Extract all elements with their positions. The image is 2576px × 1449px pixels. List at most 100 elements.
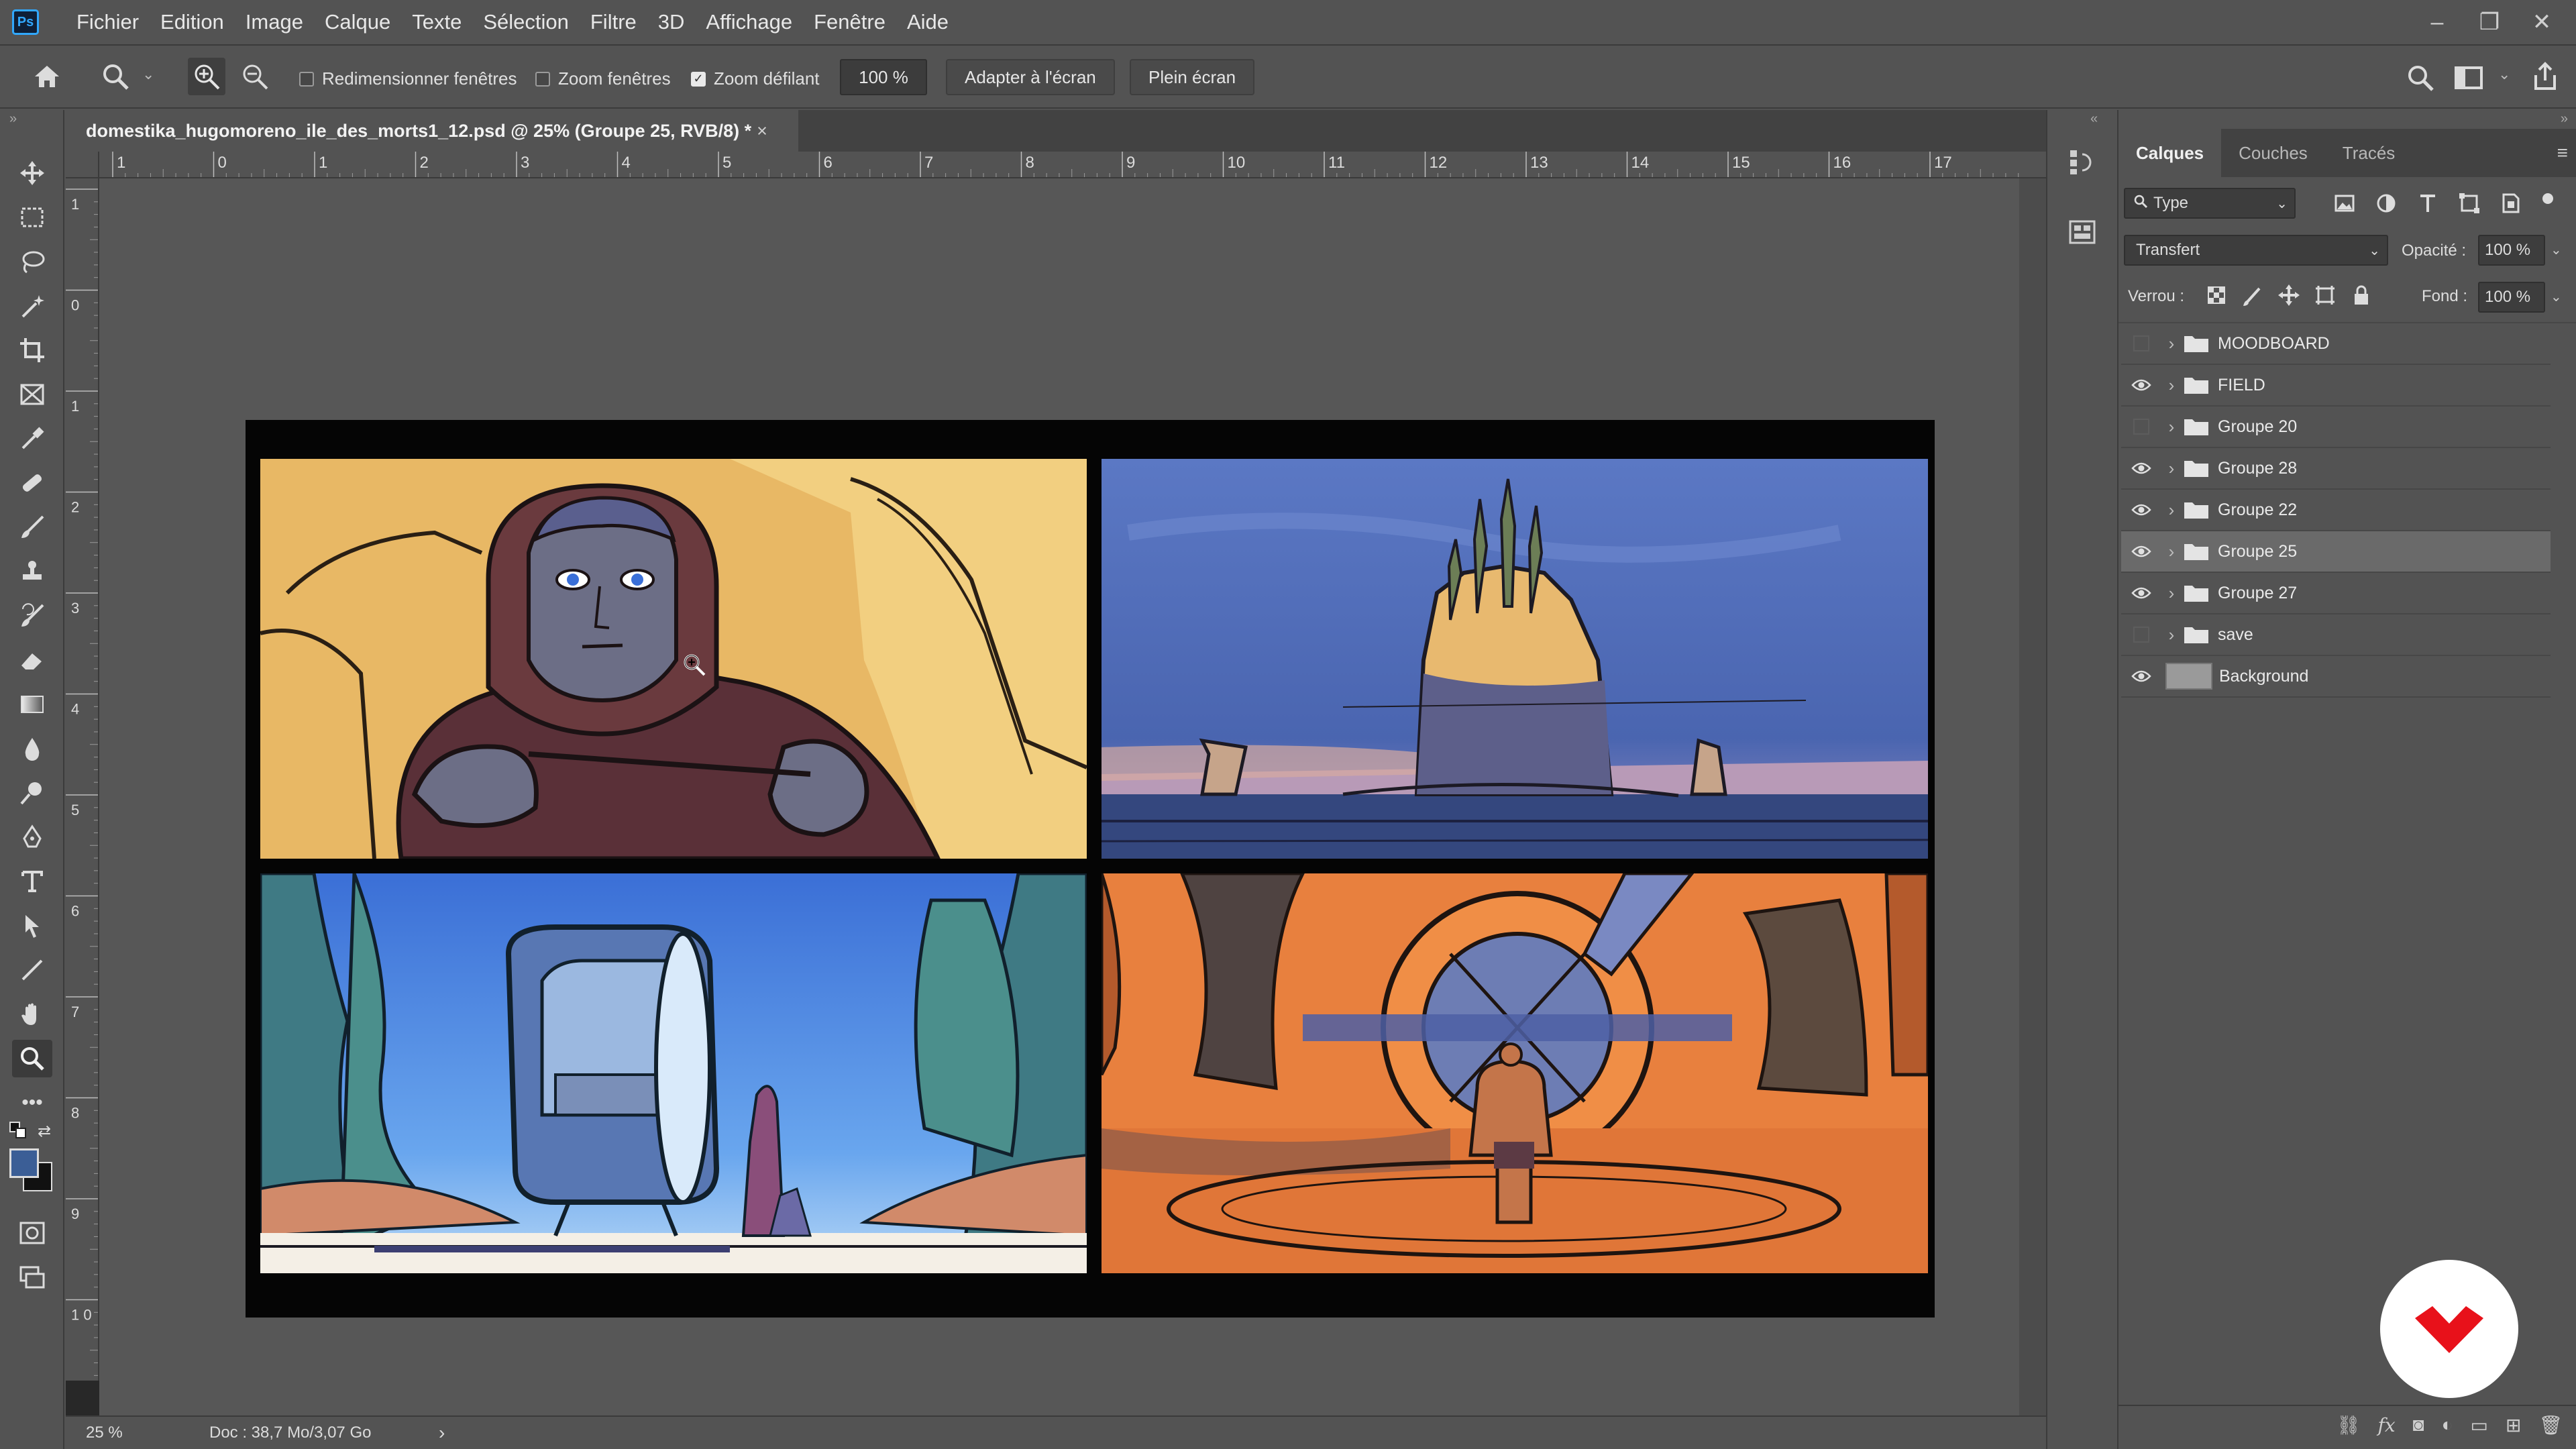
frame-tool-icon[interactable] <box>12 376 52 413</box>
line-tool-icon[interactable] <box>12 951 52 989</box>
new-layer-icon[interactable]: ⊞ <box>2506 1414 2521 1436</box>
menu-3d[interactable]: 3D <box>647 10 696 34</box>
close-tab-icon[interactable]: × <box>757 121 767 142</box>
screen-mode-icon[interactable] <box>12 1258 52 1296</box>
layer-row[interactable]: › Groupe 27 <box>2121 573 2551 614</box>
delete-layer-icon[interactable]: 🗑 <box>2538 1414 2563 1436</box>
default-colors-icon[interactable] <box>9 1122 27 1142</box>
history-brush-tool-icon[interactable] <box>12 597 52 635</box>
layer-name[interactable]: Groupe 22 <box>2218 500 2297 520</box>
hand-tool-icon[interactable] <box>12 996 52 1033</box>
layer-name[interactable]: Groupe 28 <box>2218 459 2297 478</box>
layer-name[interactable]: FIELD <box>2218 376 2265 395</box>
dodge-tool-icon[interactable] <box>12 774 52 812</box>
expand-icon[interactable]: » <box>2561 111 2568 127</box>
lock-transparency-icon[interactable] <box>2204 283 2229 311</box>
layer-name[interactable]: MOODBOARD <box>2218 334 2330 354</box>
foreground-color-swatch[interactable] <box>9 1148 39 1178</box>
type-filter-icon[interactable] <box>2415 191 2440 219</box>
type-tool-icon[interactable] <box>12 863 52 900</box>
layer-row[interactable]: › Groupe 22 <box>2121 490 2551 531</box>
magic-wand-tool-icon[interactable] <box>12 287 52 325</box>
quick-mask-icon[interactable] <box>12 1214 52 1252</box>
zoom-tool-icon[interactable] <box>12 1040 52 1077</box>
chevron-down-icon[interactable]: ⌄ <box>2551 288 2562 305</box>
history-panel-icon[interactable] <box>2068 148 2097 180</box>
eye-icon[interactable] <box>2121 490 2161 530</box>
menu-texte[interactable]: Texte <box>401 10 472 34</box>
chevron-right-icon[interactable]: › <box>2161 583 2182 604</box>
layer-name[interactable]: Groupe 20 <box>2218 417 2297 437</box>
menu-fenetre[interactable]: Fenêtre <box>803 10 896 34</box>
scroll-zoom-checkbox[interactable]: ✓ Zoom défilant <box>691 68 820 89</box>
zoom-value-field[interactable]: 100 % <box>840 59 927 95</box>
vertical-ruler[interactable]: 101234567891 0 <box>66 178 99 1381</box>
comic-page-canvas[interactable] <box>246 420 1935 1318</box>
layer-name[interactable]: Groupe 25 <box>2218 542 2297 561</box>
layer-row[interactable]: › Groupe 20 <box>2121 407 2551 448</box>
zoom-tool-preset-icon[interactable] <box>97 58 134 95</box>
document-tab-title[interactable]: domestika_hugomoreno_ile_des_morts1_12.p… <box>86 121 751 142</box>
horizontal-ruler[interactable]: 1 0 1 2 3 4 5 6 7 8 9 10 11 12 13 14 15 16 17 <box>99 152 2086 178</box>
workspace-icon[interactable] <box>2450 59 2487 97</box>
chevron-down-icon[interactable]: ⌄ <box>142 66 154 83</box>
menu-image[interactable]: Image <box>235 10 314 34</box>
lock-all-icon[interactable] <box>2349 283 2373 311</box>
status-menu-arrow[interactable]: › <box>439 1422 445 1444</box>
blend-mode-select[interactable]: Transfert ⌄ <box>2124 235 2388 266</box>
layer-row[interactable]: › Groupe 25 <box>2121 531 2551 573</box>
chevron-right-icon[interactable]: › <box>2161 333 2182 354</box>
search-icon[interactable] <box>2402 59 2439 97</box>
chevron-right-icon[interactable]: › <box>2161 417 2182 437</box>
chevron-down-icon[interactable]: ⌄ <box>2498 66 2510 83</box>
chevron-right-icon[interactable]: › <box>2161 458 2182 479</box>
smart-object-filter-icon[interactable] <box>2498 191 2524 219</box>
opacity-value[interactable]: 100 % <box>2485 241 2530 260</box>
fill-field[interactable]: 100 % <box>2478 282 2545 313</box>
lock-pixels-icon[interactable] <box>2241 283 2265 311</box>
pixel-filter-icon[interactable] <box>2332 191 2357 219</box>
layer-name[interactable]: save <box>2218 625 2253 645</box>
add-mask-icon[interactable]: ◙ <box>2413 1414 2424 1436</box>
more-tools-icon[interactable]: ••• <box>12 1084 52 1122</box>
adjustment-layer-icon[interactable]: ◐ <box>2442 1414 2453 1436</box>
path-selection-tool-icon[interactable] <box>12 907 52 945</box>
panel-menu-icon[interactable]: ≡ <box>2557 142 2568 164</box>
resize-windows-checkbox[interactable]: Redimensionner fenêtres <box>299 68 517 89</box>
eyedropper-tool-icon[interactable] <box>12 420 52 458</box>
gradient-tool-icon[interactable] <box>12 686 52 723</box>
lock-artboard-icon[interactable] <box>2313 283 2337 311</box>
full-screen-button[interactable]: Plein écran <box>1130 59 1255 95</box>
eye-icon[interactable] <box>2121 656 2161 696</box>
visibility-toggle[interactable] <box>2121 614 2161 655</box>
menu-selection[interactable]: Sélection <box>472 10 580 34</box>
share-icon[interactable] <box>2526 58 2564 95</box>
shape-filter-icon[interactable] <box>2457 191 2482 219</box>
swap-colors-icon[interactable]: ⇄ <box>38 1122 51 1141</box>
chevron-down-icon[interactable]: ⌄ <box>2551 241 2562 258</box>
layer-filter-select[interactable]: Type ⌄ <box>2124 188 2296 219</box>
fill-value[interactable]: 100 % <box>2485 288 2530 307</box>
menu-edition[interactable]: Edition <box>150 10 235 34</box>
lock-position-icon[interactable] <box>2277 283 2301 311</box>
crop-tool-icon[interactable] <box>12 331 52 369</box>
layer-row[interactable]: › FIELD <box>2121 365 2551 407</box>
tab-couches[interactable]: Couches <box>2221 129 2325 177</box>
eye-icon[interactable] <box>2121 531 2161 572</box>
healing-brush-tool-icon[interactable] <box>12 464 52 502</box>
fx-icon[interactable]: fx <box>2378 1414 2396 1436</box>
home-icon[interactable] <box>28 58 66 95</box>
restore-button[interactable]: ❐ <box>2471 4 2508 40</box>
menu-aide[interactable]: Aide <box>896 10 959 34</box>
clone-stamp-tool-icon[interactable] <box>12 553 52 590</box>
layer-thumbnail[interactable] <box>2165 663 2212 690</box>
link-layers-icon[interactable]: ⛓ <box>2337 1414 2361 1436</box>
minimize-button[interactable]: – <box>2419 4 2455 40</box>
status-zoom[interactable]: 25 % <box>86 1424 123 1442</box>
layer-name[interactable]: Background <box>2219 667 2308 686</box>
move-tool-icon[interactable] <box>12 154 52 192</box>
adjustment-filter-icon[interactable] <box>2373 191 2399 219</box>
chevron-right-icon[interactable]: › <box>2161 500 2182 521</box>
menu-affichage[interactable]: Affichage <box>695 10 803 34</box>
layer-row[interactable]: Background <box>2121 656 2551 698</box>
